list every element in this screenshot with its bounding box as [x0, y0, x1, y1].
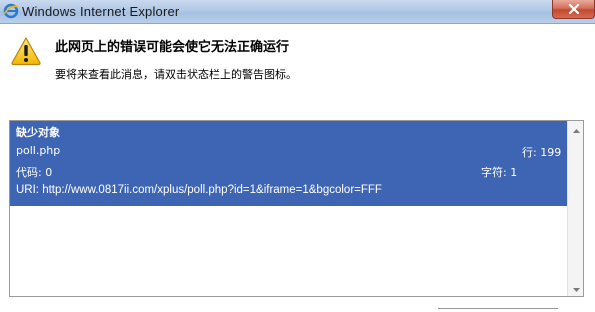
- error-uri: URI: http://www.0817ii.com/xplus/poll.ph…: [16, 184, 382, 196]
- error-entry-selected[interactable]: 缺少对象 poll.php 行: 199 代码: 0 字符: 1 URI: ht…: [10, 121, 567, 206]
- scroll-down-button[interactable]: [568, 280, 584, 296]
- window-title: Windows Internet Explorer: [22, 4, 180, 19]
- error-subtext: 要将来查看此消息，请双击状态栏上的警告图标。: [55, 68, 297, 81]
- close-button[interactable]: [552, 0, 595, 19]
- scroll-up-button[interactable]: [568, 121, 584, 137]
- button-edge: [438, 308, 558, 309]
- error-heading: 此网页上的错误可能会使它无法正确运行: [55, 40, 290, 55]
- scroll-down-arrow-icon: [572, 281, 580, 295]
- error-details-box[interactable]: 缺少对象 poll.php 行: 199 代码: 0 字符: 1 URI: ht…: [9, 120, 584, 297]
- error-char: 字符: 1: [481, 166, 518, 179]
- ie-icon: [3, 3, 19, 19]
- error-code: 代码: 0: [16, 166, 53, 179]
- error-title: 缺少对象: [16, 126, 60, 139]
- close-icon: [568, 4, 580, 14]
- error-file: poll.php: [16, 144, 61, 157]
- title-bar: Windows Internet Explorer: [0, 0, 595, 24]
- error-line: 行: 199: [522, 146, 562, 159]
- scroll-up-arrow-icon: [572, 122, 580, 136]
- warning-icon: [10, 36, 42, 66]
- vertical-scrollbar[interactable]: [567, 121, 583, 296]
